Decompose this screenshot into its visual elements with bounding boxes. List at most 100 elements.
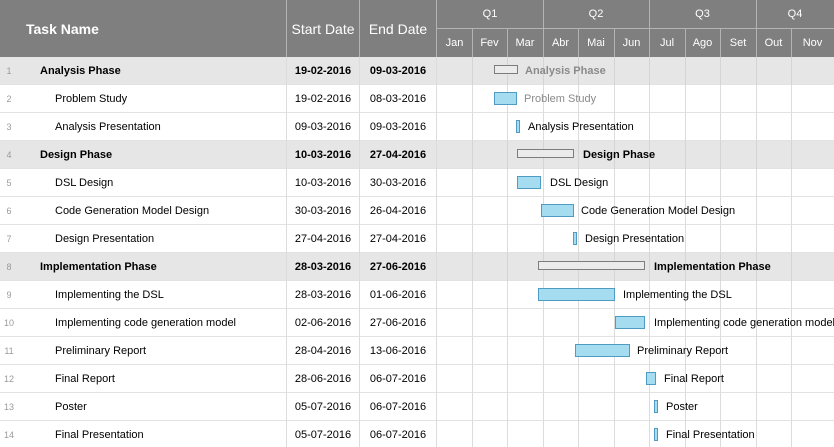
grid-line [756, 225, 757, 253]
month-label: Jan [445, 37, 464, 49]
grid-line [791, 225, 792, 253]
milestone-bar[interactable] [654, 400, 658, 413]
summary-bar[interactable] [494, 65, 518, 74]
bar-label: Analysis Phase [525, 64, 606, 77]
task-row[interactable]: 13 Poster 05-07-2016 06-07-2016 Poster [0, 393, 834, 421]
grid-line [436, 57, 437, 85]
phase-row[interactable]: 8 Implementation Phase 28-03-2016 27-06-201… [0, 253, 834, 281]
grid-line [286, 309, 287, 337]
grid-line [756, 197, 757, 225]
grid-line [543, 169, 544, 197]
milestone-bar[interactable] [654, 428, 658, 441]
grid-line [685, 57, 686, 85]
grid-line [286, 365, 287, 393]
task-bar[interactable] [494, 92, 517, 105]
header-divider [507, 29, 508, 57]
bar-label: Poster [666, 400, 698, 413]
task-row[interactable]: 3 Analysis Presentation 09-03-2016 09-03-20… [0, 113, 834, 141]
grid-line [359, 225, 360, 253]
month-label: Set [729, 37, 747, 49]
grid-line [614, 169, 615, 197]
task-name-header[interactable]: Task Name [18, 0, 286, 57]
task-bar[interactable] [646, 372, 656, 385]
task-name-cell: Implementation Phase [40, 260, 157, 273]
task-bar[interactable] [541, 204, 574, 217]
task-bar[interactable] [615, 316, 645, 329]
start-date-cell: 27-04-2016 [294, 232, 352, 245]
task-bar[interactable] [538, 288, 615, 301]
phase-row[interactable]: 4 Design Phase 10-03-2016 27-04-2016 Design … [0, 141, 834, 169]
grid-line [436, 197, 437, 225]
table-header: Task Name Start Date End Date Q1 Q2 Q3 Q4 J… [0, 0, 834, 57]
task-row[interactable]: 11 Preliminary Report 28-04-2016 13-06-2016… [0, 337, 834, 365]
task-name-cell: Code Generation Model Design [55, 204, 210, 217]
milestone-bar[interactable] [573, 232, 577, 245]
task-row[interactable]: 9 Implementing the DSL 28-03-2016 01-06-201… [0, 281, 834, 309]
grid-line [614, 85, 615, 113]
milestone-bar[interactable] [516, 120, 520, 133]
quarter-label: Q3 [695, 8, 710, 20]
task-row[interactable]: 12 Final Report 28-06-2016 06-07-2016 Final … [0, 365, 834, 393]
grid-line [436, 309, 437, 337]
grid-line [649, 113, 650, 141]
task-row[interactable]: 14 Final Presentation 05-07-2016 06-07-2016… [0, 421, 834, 447]
end-date-header[interactable]: End Date [360, 0, 436, 57]
grid-line [614, 421, 615, 447]
grid-line [359, 309, 360, 337]
start-date-cell: 09-03-2016 [294, 120, 352, 133]
start-date-header[interactable]: Start Date [287, 0, 359, 57]
grid-line [791, 281, 792, 309]
grid-line [756, 365, 757, 393]
task-row[interactable]: 2 Problem Study 19-02-2016 08-03-2016 Proble… [0, 85, 834, 113]
header-divider [685, 29, 686, 57]
grid-line [685, 141, 686, 169]
bar-label: Final Report [664, 372, 724, 385]
header-divider [543, 29, 544, 57]
grid-line [507, 169, 508, 197]
grid-line [286, 393, 287, 421]
task-row[interactable]: 6 Code Generation Model Design 30-03-2016 2… [0, 197, 834, 225]
task-name-cell: Problem Study [55, 92, 128, 105]
grid-line [359, 253, 360, 281]
grid-line [791, 365, 792, 393]
grid-line [649, 393, 650, 421]
grid-line [436, 225, 437, 253]
task-bar[interactable] [575, 344, 630, 357]
grid-line [791, 57, 792, 85]
grid-line [286, 253, 287, 281]
grid-line [614, 393, 615, 421]
grid-line [359, 85, 360, 113]
summary-bar[interactable] [538, 261, 645, 270]
start-date-cell: 28-03-2016 [294, 260, 352, 273]
task-row[interactable]: 10 Implementing code generation model 02-0… [0, 309, 834, 337]
grid-line [472, 169, 473, 197]
start-date-cell: 19-02-2016 [294, 64, 352, 77]
start-date-cell: 30-03-2016 [294, 204, 352, 217]
row-number: 11 [4, 345, 14, 356]
quarter-label: Q2 [588, 8, 604, 20]
summary-bar[interactable] [517, 149, 574, 158]
task-name-cell: Design Phase [40, 148, 113, 161]
header-divider [614, 29, 615, 57]
grid-line [359, 393, 360, 421]
task-bar[interactable] [517, 176, 541, 189]
task-name-cell: Preliminary Report [55, 344, 147, 357]
task-row[interactable]: 5 DSL Design 10-03-2016 30-03-2016 DSL Desig… [0, 169, 834, 197]
end-date-cell: 26-04-2016 [369, 204, 427, 217]
phase-row[interactable]: 1 Analysis Phase 19-02-2016 09-03-2016 Analy… [0, 57, 834, 85]
grid-line [286, 337, 287, 365]
month-label: Ago [692, 37, 713, 49]
grid-line [791, 169, 792, 197]
bar-label: Implementing the DSL [623, 288, 732, 301]
grid-line [791, 337, 792, 365]
bar-label: Implementing code generation model [654, 316, 834, 329]
row-number: 5 [6, 177, 12, 188]
task-name-cell: DSL Design [55, 176, 114, 189]
header-divider [720, 29, 721, 57]
grid-line [720, 393, 721, 421]
header-divider [791, 29, 792, 57]
grid-line [756, 113, 757, 141]
grid-line [543, 365, 544, 393]
grid-line [649, 169, 650, 197]
task-row[interactable]: 7 Design Presentation 27-04-2016 27-04-2016… [0, 225, 834, 253]
